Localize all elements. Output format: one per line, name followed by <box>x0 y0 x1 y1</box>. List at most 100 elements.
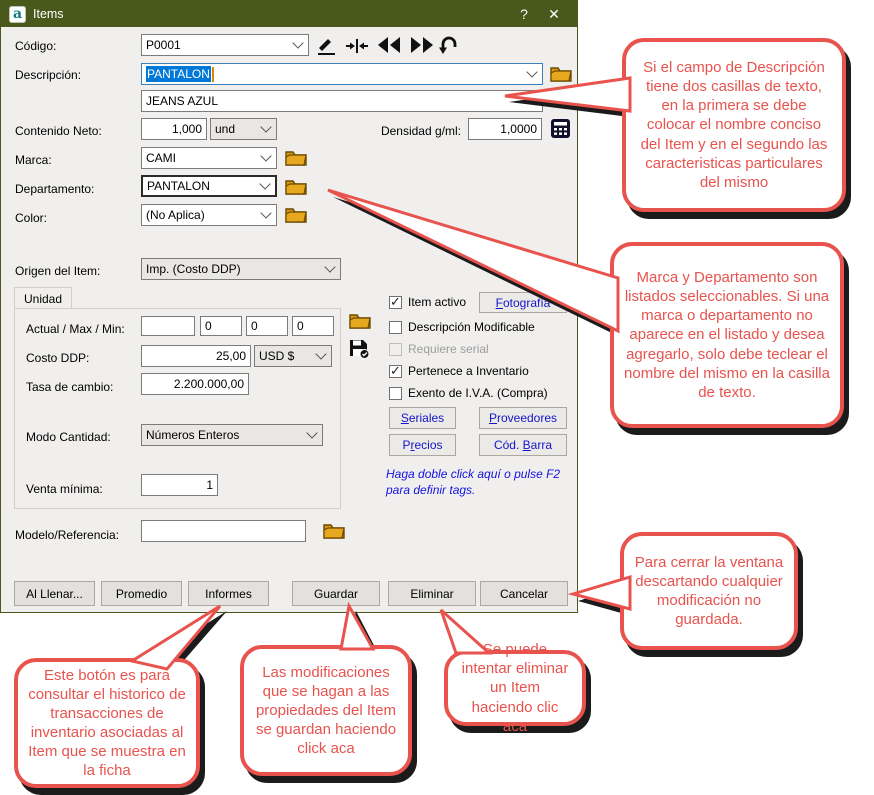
informes-button[interactable]: Informes <box>188 581 269 606</box>
next-record-icon[interactable] <box>407 35 435 55</box>
chevron-down-icon[interactable] <box>260 150 271 161</box>
previous-record-icon[interactable] <box>376 35 404 55</box>
undo-icon[interactable] <box>438 34 462 56</box>
cod-barra-button-label: Cód. Barra <box>494 438 552 452</box>
checkbox-icon[interactable] <box>389 296 402 309</box>
folder-icon[interactable] <box>550 65 572 82</box>
contenido-neto-label: Contenido Neto: <box>15 124 102 138</box>
chevron-down-icon[interactable] <box>292 37 303 48</box>
titlebar[interactable]: a Items ? ✕ <box>1 1 577 27</box>
window-title: Items <box>33 7 64 21</box>
callout-text: Se puede intentar eliminar un Item hacie… <box>458 640 572 735</box>
descripcion2-input[interactable]: JEANS AZUL <box>141 90 543 112</box>
codigo-label: Código: <box>15 39 56 53</box>
codigo-value: P0001 <box>146 38 181 52</box>
moneda-combobox[interactable]: USD $ <box>254 345 332 367</box>
cancelar-button[interactable]: Cancelar <box>480 581 568 606</box>
max2-value: 0 <box>251 319 258 333</box>
unidad-combobox[interactable]: und <box>210 118 277 140</box>
help-button[interactable]: ? <box>509 6 539 22</box>
max1-input[interactable]: 0 <box>200 316 242 336</box>
folder-icon[interactable] <box>285 149 307 166</box>
folder-icon[interactable] <box>285 178 307 195</box>
venta-minima-label: Venta mínima: <box>26 482 103 496</box>
eliminar-button[interactable]: Eliminar <box>388 581 476 606</box>
collapse-arrows-icon[interactable] <box>346 36 370 56</box>
chevron-down-icon[interactable] <box>324 261 335 272</box>
descripcion2-value: JEANS AZUL <box>146 94 218 108</box>
origen-combobox[interactable]: Imp. (Costo DDP) <box>141 258 341 280</box>
costo-ddp-value: 25,00 <box>216 349 246 363</box>
chevron-down-icon[interactable] <box>315 348 326 359</box>
guardar-button[interactable]: Guardar <box>292 581 380 606</box>
descripcion-combobox[interactable]: PANTALON <box>141 63 543 85</box>
modelo-label: Modelo/Referencia: <box>15 528 119 542</box>
origen-value: Imp. (Costo DDP) <box>146 262 241 276</box>
chevron-down-icon[interactable] <box>259 178 270 189</box>
callout-text: Marca y Departamento son listados selecc… <box>624 268 830 401</box>
checkbox-icon <box>389 343 402 356</box>
screenshot-stage: a Items ? ✕ Código: P0001 <box>0 0 874 795</box>
promedio-button-label: Promedio <box>116 587 167 601</box>
callout-text: Este botón es para consultar el historic… <box>28 666 186 780</box>
checkbox-icon[interactable] <box>389 387 402 400</box>
calculator-icon[interactable] <box>550 118 571 139</box>
cod-barra-button[interactable]: Cód. Barra <box>479 434 567 456</box>
tasa-cambio-input[interactable]: 2.200.000,00 <box>141 373 249 395</box>
folder-icon[interactable] <box>349 312 371 329</box>
checkbox-icon[interactable] <box>389 321 402 334</box>
promedio-button[interactable]: Promedio <box>101 581 182 606</box>
color-label: Color: <box>15 211 47 225</box>
cancelar-button-label: Cancelar <box>500 587 548 601</box>
actual-input[interactable] <box>141 316 195 336</box>
checkbox-icon[interactable] <box>389 365 402 378</box>
chevron-down-icon[interactable] <box>260 207 271 218</box>
checkbox-descripcion-modificable[interactable]: Descripción Modificable <box>389 320 535 334</box>
codigo-combobox[interactable]: P0001 <box>141 34 309 56</box>
marca-value: CAMI <box>146 151 176 165</box>
precios-button-label: Precios <box>402 438 442 452</box>
fotografia-button[interactable]: Fotografía <box>479 292 567 313</box>
folder-icon[interactable] <box>323 522 345 539</box>
precios-button[interactable]: Precios <box>389 434 456 456</box>
proveedores-button-label: Proveedores <box>489 411 557 425</box>
departamento-combobox[interactable]: PANTALON <box>141 175 277 197</box>
informes-button-label: Informes <box>205 587 252 601</box>
al-llenar-button[interactable]: Al Llenar... <box>14 581 95 606</box>
tags-hint[interactable]: Haga doble click aquí o pulse F2 para de… <box>386 467 578 498</box>
modo-cantidad-combobox[interactable]: Números Enteros <box>141 424 323 446</box>
checkbox-pertenece-inventario[interactable]: Pertenece a Inventario <box>389 364 529 378</box>
max2-input[interactable]: 0 <box>246 316 288 336</box>
densidad-value: 1,0000 <box>500 122 537 136</box>
chevron-down-icon[interactable] <box>526 66 537 77</box>
checkbox-exento-iva[interactable]: Exento de I.V.A. (Compra) <box>389 386 548 400</box>
costo-ddp-input[interactable]: 25,00 <box>141 345 251 367</box>
callout-eliminar: Se puede intentar eliminar un Item hacie… <box>444 650 586 726</box>
checkbox-item-activo[interactable]: Item activo <box>389 295 466 309</box>
tab-unidad-label: Unidad <box>24 292 62 306</box>
modo-cantidad-label: Modo Cantidad: <box>26 430 111 444</box>
chevron-down-icon[interactable] <box>260 121 271 132</box>
proveedores-button[interactable]: Proveedores <box>479 407 567 429</box>
marca-combobox[interactable]: CAMI <box>141 147 277 169</box>
contenido-neto-input[interactable]: 1,000 <box>141 118 207 140</box>
callout-informes: Este botón es para consultar el historic… <box>14 658 200 788</box>
checkbox-label: Descripción Modificable <box>408 320 535 334</box>
min-input[interactable]: 0 <box>292 316 334 336</box>
al-llenar-button-label: Al Llenar... <box>26 587 83 601</box>
seriales-button[interactable]: Seriales <box>389 407 456 429</box>
color-combobox[interactable]: (No Aplica) <box>141 204 277 226</box>
venta-minima-input[interactable]: 1 <box>141 474 218 496</box>
chevron-down-icon[interactable] <box>306 427 317 438</box>
tab-unidad[interactable]: Unidad <box>14 287 72 309</box>
items-dialog: a Items ? ✕ Código: P0001 <box>0 0 578 613</box>
departamento-value: PANTALON <box>147 179 210 193</box>
densidad-label: Densidad g/ml: <box>371 124 461 138</box>
folder-icon[interactable] <box>285 206 307 223</box>
close-button[interactable]: ✕ <box>539 6 569 23</box>
checkbox-label: Item activo <box>408 295 466 309</box>
edit-pencil-icon[interactable] <box>316 36 340 56</box>
modelo-input[interactable] <box>141 520 306 542</box>
save-disk-icon[interactable] <box>349 339 370 359</box>
densidad-input[interactable]: 1,0000 <box>468 118 542 140</box>
